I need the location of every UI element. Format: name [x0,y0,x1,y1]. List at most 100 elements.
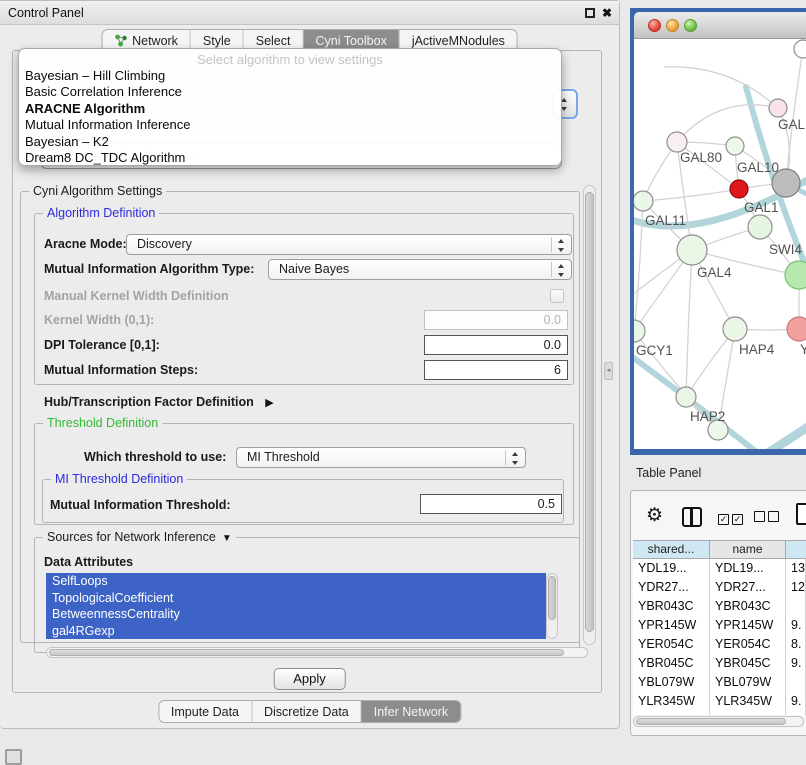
table-row[interactable]: YIL052CYIL052C9 [633,711,806,715]
mi-steps-label: Mutual Information Steps: [44,363,198,377]
close-icon[interactable]: ✖ [602,4,612,22]
stepper-arrows-icon [509,451,522,466]
algorithm-option-selected[interactable]: ARACNE Algorithm [19,101,561,117]
table-row[interactable]: YDL19...YDL19...13 [633,559,806,578]
mi-steps-input[interactable]: 6 [424,360,568,380]
tab-infer-network[interactable]: Infer Network [362,701,460,722]
manual-kernel-width-label: Manual Kernel Width Definition [44,289,229,303]
network-window-titlebar [634,12,806,39]
node-label: HAP4 [739,342,775,357]
dpi-tolerance-input[interactable]: 0.0 [424,335,568,355]
column-header-shared-name[interactable]: shared... [633,540,710,559]
cell: YBR045C [633,654,710,673]
table-horizontal-scrollbar[interactable] [633,716,804,727]
node-hap2[interactable] [676,387,696,407]
node-gcy1[interactable] [634,320,645,342]
cell: YIL052C [633,711,710,715]
algorithm-option[interactable]: Bayesian – Hill Climbing [19,68,561,84]
columns-icon[interactable] [682,507,702,527]
mi-threshold-input[interactable]: 0.5 [420,494,562,514]
mi-algorithm-type-combo[interactable]: Naive Bayes [268,259,572,280]
kernel-width-label: Kernel Width (0,1): [44,313,154,327]
unchecked-pair-icon[interactable] [754,511,779,525]
attributes-list-scrollbar[interactable] [546,573,558,639]
attribute-item-selected[interactable]: TopologicalCoefficient [46,590,546,607]
node-gal11[interactable] [634,191,653,211]
cell: YIL052C [710,711,786,715]
table-row[interactable]: YER054CYER054C8. [633,635,806,654]
scrollbar-thumb[interactable] [49,649,564,656]
dpi-tolerance-label: DPI Tolerance [0,1]: [44,338,160,352]
hub-definition-toggle[interactable]: Hub/Transcription Factor Definition ▶ [44,395,274,409]
node-gal4[interactable] [677,235,707,265]
manual-kernel-width-checkbox[interactable] [550,289,564,303]
sources-title-wrap[interactable]: Sources for Network Inference▼ [43,530,236,544]
zoom-light-icon[interactable] [684,19,697,32]
control-panel-title: Control Panel [8,1,84,25]
table-row[interactable]: YPR145WYPR145W9. [633,616,806,635]
algorithm-option[interactable]: Bayesian – K2 [19,134,561,150]
cell: YBL079W [710,673,786,692]
column-header-partial[interactable] [786,540,806,559]
minimized-panel-icon[interactable] [5,749,22,765]
cell: YDR27... [633,578,710,597]
tab-discretize-data[interactable]: Discretize Data [252,701,362,722]
algorithm-option[interactable]: Basic Correlation Inference [19,84,561,100]
cell: YER054C [710,635,786,654]
algorithm-option[interactable]: Mutual Information Inference [19,117,561,133]
aracne-mode-label: Aracne Mode: [44,237,127,251]
stepper-arrows-icon [555,238,568,253]
table-row[interactable]: YDR27...YDR27...12 [633,578,806,597]
gear-icon[interactable]: ⚙ [646,504,663,527]
collapsed-arrow-icon: ▶ [265,396,273,409]
node-salmon[interactable] [787,317,806,341]
cell: YBL079W [633,673,710,692]
network-canvas[interactable]: GAL GAL80 GAL10 GAL1 GAL11 SWI4 GAL4 GCY… [634,39,806,449]
table-row[interactable]: YBR043CYBR043C [633,597,806,616]
scrollbar-thumb[interactable] [585,192,594,632]
cell: YLR345W [633,692,710,711]
float-window-icon[interactable] [585,8,595,18]
node-gal1-selected[interactable] [730,180,748,198]
algorithm-option[interactable]: Dream8 DC_TDC Algorithm [19,150,561,166]
checked-pair-icon[interactable]: ✓✓ [718,511,743,525]
table-row[interactable]: YBR045CYBR045C9. [633,654,806,673]
scrollbar-thumb[interactable] [548,576,556,620]
node-swi4[interactable] [748,215,772,239]
attribute-item-selected[interactable]: SelfLoops [46,573,546,590]
node-gal80[interactable] [667,132,687,152]
table-panel-title: Table Panel [636,466,701,480]
scrollbar-thumb[interactable] [636,718,786,725]
combo-separator [551,262,552,277]
mi-threshold-label: Mutual Information Threshold: [50,498,231,512]
node-hap4[interactable] [723,317,747,341]
network-icon [114,34,127,47]
apply-button[interactable]: Apply [273,668,346,690]
table-row[interactable]: YLR345WYLR345W9. [633,692,806,711]
node-gal10[interactable] [726,137,744,155]
node-gal-partial[interactable] [769,99,787,117]
column-header-name[interactable]: name [710,540,786,559]
panel-splitter-handle[interactable]: ◂ [604,362,613,380]
node-bright-green[interactable] [785,261,806,289]
table-row[interactable]: YBL079WYBL079W [633,673,806,692]
tab-label: Discretize Data [264,701,349,723]
close-light-icon[interactable] [648,19,661,32]
tab-label: Infer Network [374,701,448,723]
attribute-item-selected[interactable]: gal4RGexp [46,623,546,640]
which-threshold-combo[interactable]: MI Threshold [236,447,526,468]
tab-label: Impute Data [171,701,239,723]
node-label: GAL [778,117,806,132]
minimize-light-icon[interactable] [666,19,679,32]
sources-title: Sources for Network Inference [47,530,216,544]
mi-algorithm-type-label: Mutual Information Algorithm Type: [44,262,254,276]
kernel-width-input[interactable]: 0.0 [424,310,568,330]
aracne-mode-combo[interactable]: Discovery [126,234,572,255]
attribute-item-selected[interactable]: BetweennessCentrality [46,606,546,623]
node[interactable] [794,40,806,58]
page-icon[interactable] [796,503,806,525]
tab-impute-data[interactable]: Impute Data [159,701,252,722]
settings-vertical-scrollbar[interactable] [583,185,596,645]
which-threshold-label: Which threshold to use: [84,450,226,464]
settings-horizontal-scrollbar[interactable] [46,647,588,658]
